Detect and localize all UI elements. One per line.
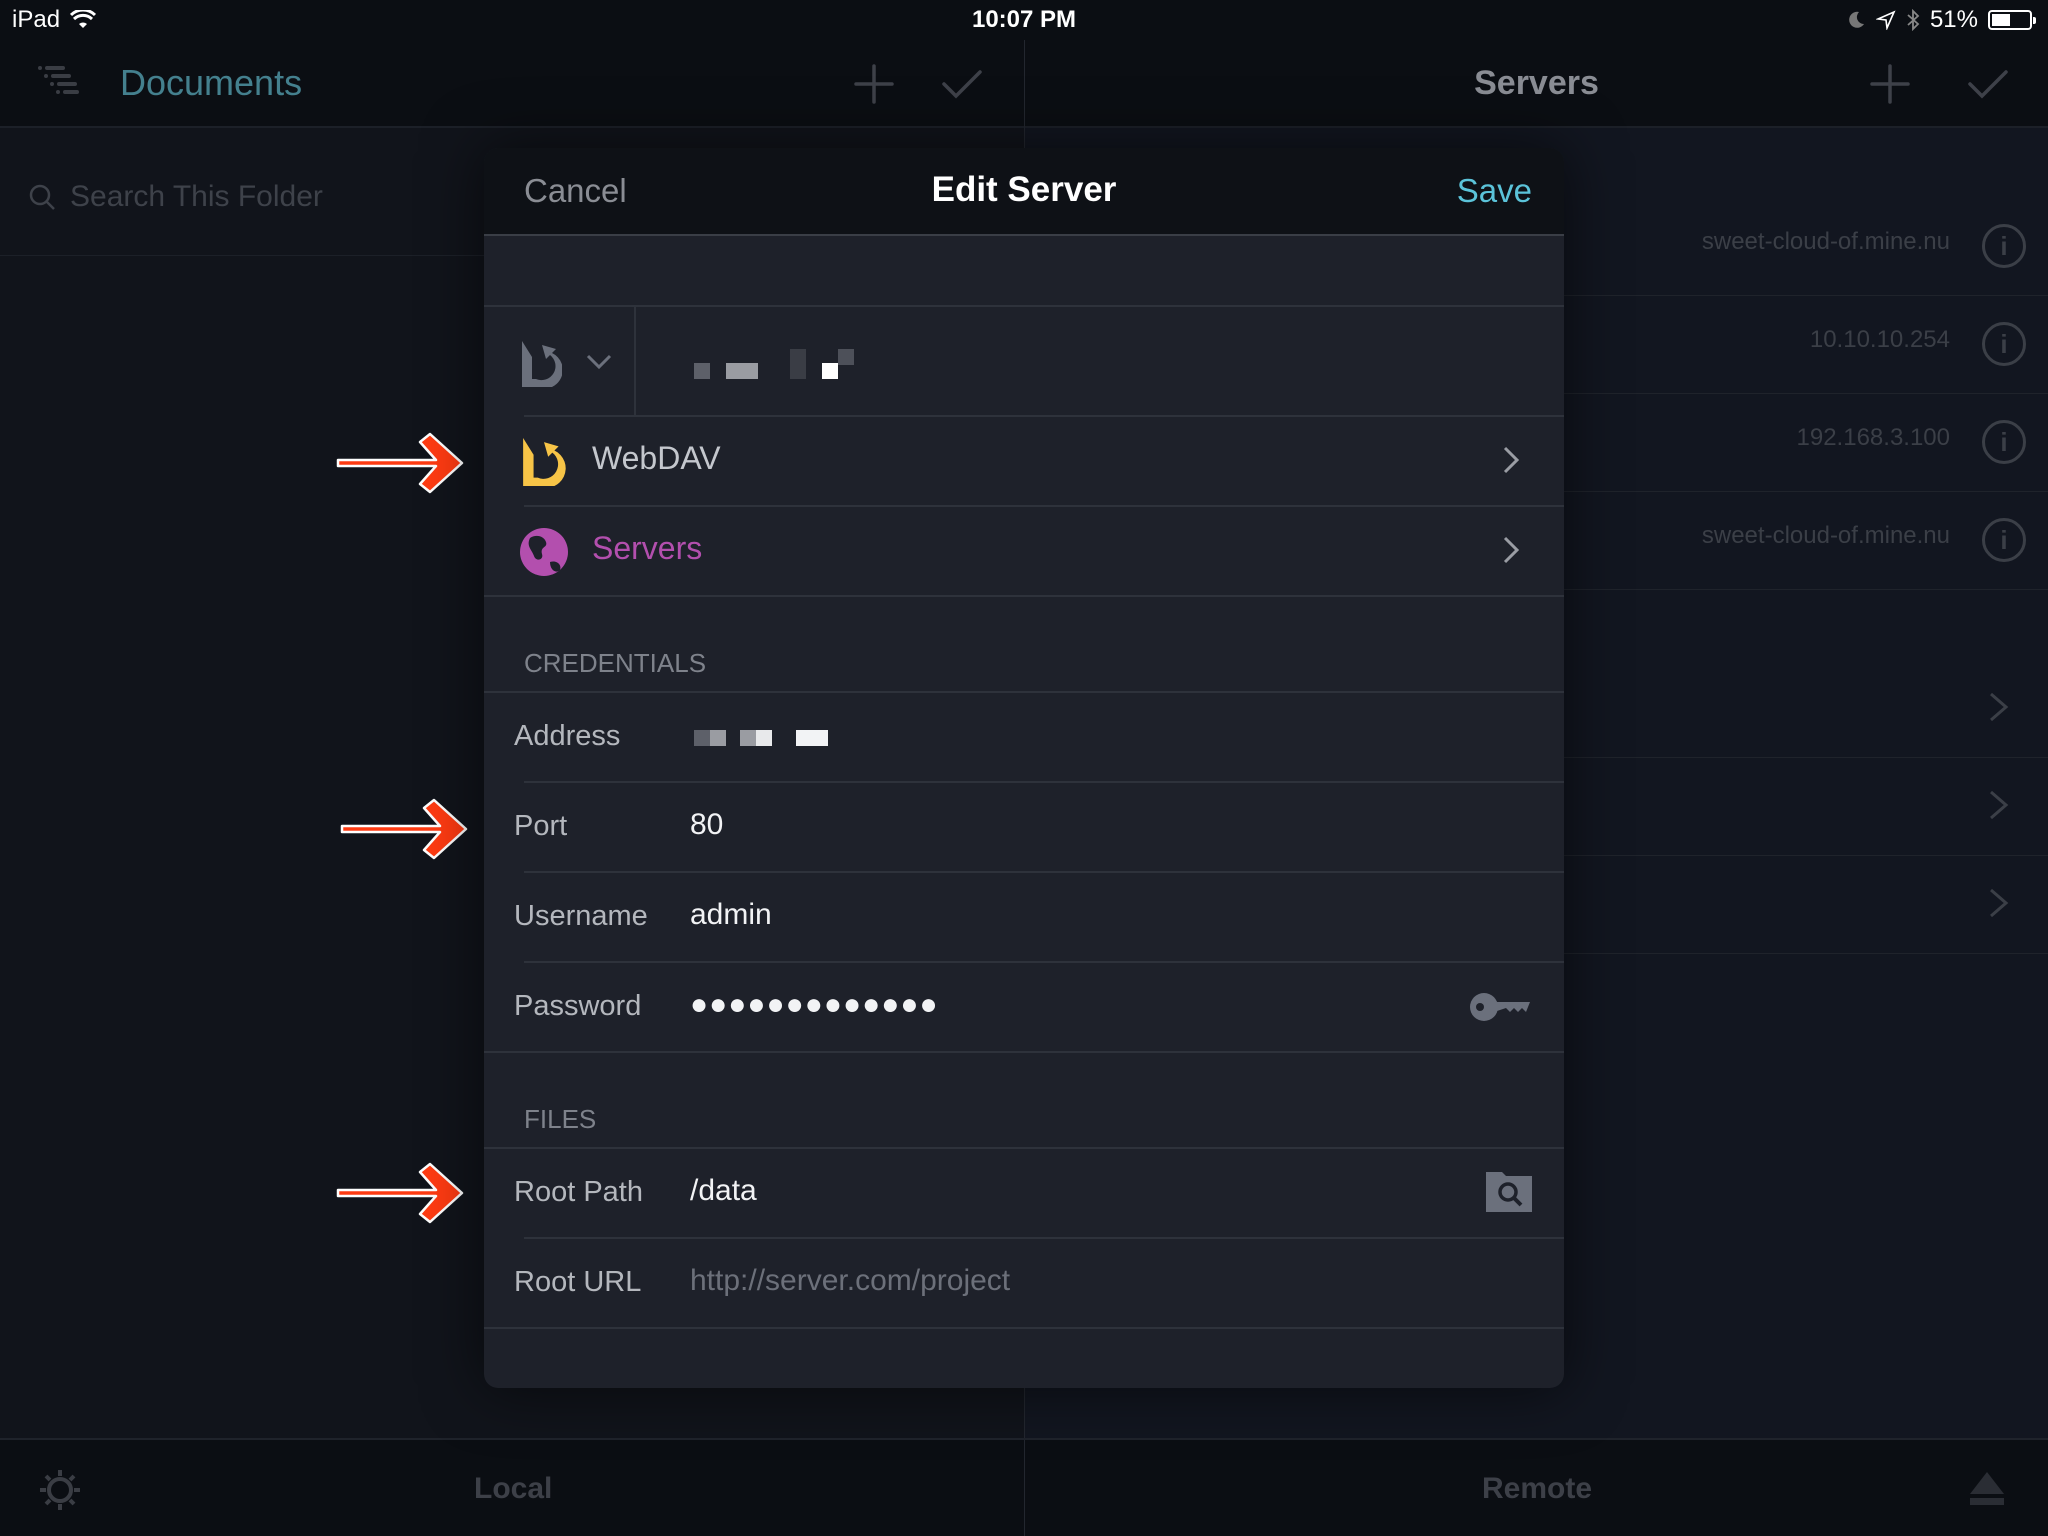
key-icon[interactable] <box>1470 990 1532 1024</box>
bottom-toolbar: Local Remote <box>0 1438 2048 1536</box>
server-host: sweet-cloud-of.mine.nu <box>1701 522 1950 549</box>
checkmark-icon[interactable] <box>940 62 984 106</box>
password-label: Password <box>514 990 642 1022</box>
chevron-right-icon <box>1990 888 2009 918</box>
battery-icon <box>1988 10 2036 30</box>
battery-percent: 51% <box>1929 6 1978 33</box>
redacted-pixel <box>726 363 758 379</box>
webdav-icon <box>523 438 566 486</box>
chevron-right-icon <box>1990 790 2009 820</box>
server-group-row[interactable]: Servers <box>484 506 1564 596</box>
redacted-pixel <box>796 730 828 746</box>
server-name-row <box>484 307 1564 417</box>
local-tab[interactable]: Local <box>474 1472 552 1506</box>
info-icon[interactable]: i <box>1982 420 2026 464</box>
battery-level <box>1992 14 2010 26</box>
documents-title: Documents <box>120 62 303 103</box>
eject-icon[interactable] <box>1968 1470 2006 1506</box>
servers-navbar: Servers <box>1025 40 2048 128</box>
redacted-pixel <box>822 363 838 379</box>
chevron-down-icon <box>586 354 612 370</box>
toolbar-divider <box>1024 1440 1025 1536</box>
root-path-label: Root Path <box>514 1176 643 1208</box>
files-header: FILES <box>524 1104 597 1134</box>
username-input[interactable]: admin <box>690 898 1390 932</box>
server-host: 10.10.10.254 <box>1809 326 1950 353</box>
redacted-pixel <box>694 363 710 379</box>
redacted-pixel <box>740 730 756 746</box>
search-input[interactable]: Search This Folder <box>70 180 323 214</box>
chevron-right-icon <box>1503 446 1520 474</box>
password-row: Password ●●●●●●●●●●●●● <box>484 962 1564 1052</box>
chevron-right-icon <box>1503 536 1520 564</box>
redacted-pixel <box>838 349 854 365</box>
status-bar: iPad 10:07 PM 51% <box>0 0 2048 40</box>
settings-gear-icon[interactable] <box>38 1468 82 1512</box>
redacted-pixel <box>790 349 806 379</box>
address-label: Address <box>514 720 621 752</box>
info-icon[interactable]: i <box>1982 322 2026 366</box>
browse-folder-icon[interactable] <box>1486 1170 1532 1212</box>
server-host: sweet-cloud-of.mine.nu <box>1701 228 1950 255</box>
server-icon-picker[interactable] <box>484 307 636 417</box>
edit-server-dialog: Cancel Edit Server Save WebDAV Servers C… <box>484 148 1564 1388</box>
redacted-pixel <box>756 730 772 746</box>
server-name-field[interactable] <box>694 349 854 379</box>
root-path-row: Root Path /data <box>484 1148 1564 1238</box>
location-icon <box>1875 10 1896 30</box>
server-type-label: WebDAV <box>592 440 721 476</box>
annotation-arrow <box>336 1162 464 1224</box>
divider <box>484 595 1564 597</box>
dialog-title: Edit Server <box>931 170 1117 209</box>
password-input[interactable]: ●●●●●●●●●●●●● <box>690 988 1390 1022</box>
redacted-pixel <box>694 730 710 746</box>
chevron-right-icon <box>1990 692 2009 722</box>
server-host: 192.168.3.100 <box>1796 424 1950 451</box>
bluetooth-icon <box>1907 9 1920 31</box>
port-row: Port 80 <box>484 782 1564 872</box>
annotation-arrow <box>336 432 464 494</box>
address-field[interactable] <box>694 730 828 746</box>
add-server-icon[interactable] <box>1868 62 1912 106</box>
username-row: Username admin <box>484 872 1564 962</box>
checkmark-icon[interactable] <box>1966 62 2010 106</box>
divider <box>484 1327 1564 1329</box>
server-group-label: Servers <box>592 530 703 566</box>
redacted-pixel <box>710 730 726 746</box>
dialog-header: Cancel Edit Server Save <box>484 148 1564 236</box>
remote-tab[interactable]: Remote <box>1482 1472 1592 1506</box>
documents-navbar: Documents <box>0 40 1024 128</box>
port-label: Port <box>514 810 568 842</box>
search-icon <box>29 184 55 210</box>
save-button[interactable]: Save <box>1457 172 1532 210</box>
globe-icon <box>520 528 568 576</box>
clock: 10:07 PM <box>971 6 1077 33</box>
port-input[interactable]: 80 <box>690 808 1390 842</box>
sort-list-icon[interactable] <box>36 62 80 106</box>
divider <box>484 1051 1564 1053</box>
moon-icon <box>1849 11 1864 28</box>
info-icon[interactable]: i <box>1982 224 2026 268</box>
root-path-input[interactable]: /data <box>690 1174 1390 1208</box>
webdav-icon <box>522 341 562 387</box>
root-url-input[interactable]: http://server.com/project <box>690 1264 1390 1298</box>
credentials-header: CREDENTIALS <box>524 648 707 678</box>
info-icon[interactable]: i <box>1982 518 2026 562</box>
add-icon[interactable] <box>852 62 896 106</box>
address-row: Address <box>484 692 1564 782</box>
root-url-label: Root URL <box>514 1266 642 1298</box>
root-url-row: Root URL http://server.com/project <box>484 1238 1564 1328</box>
screen: iPad 10:07 PM 51% Documents Search This … <box>0 0 2048 1536</box>
annotation-arrow <box>340 798 468 860</box>
username-label: Username <box>514 900 648 932</box>
server-type-row[interactable]: WebDAV <box>484 416 1564 506</box>
